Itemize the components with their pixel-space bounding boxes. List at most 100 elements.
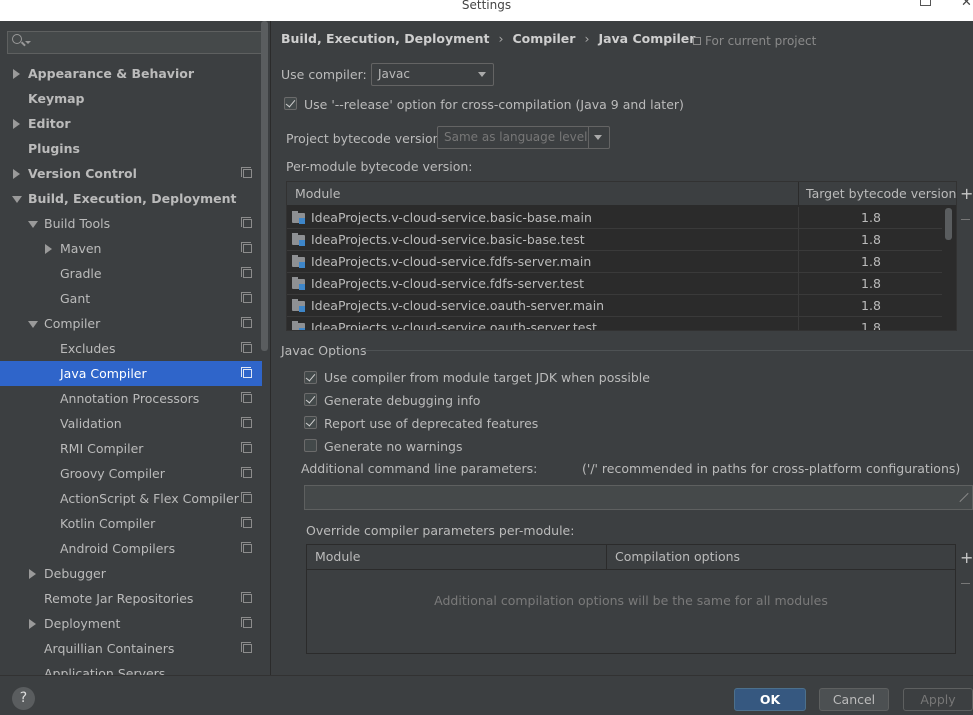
- target-version[interactable]: 1.8: [798, 251, 943, 273]
- expand-arrow-down-icon[interactable]: [12, 196, 22, 203]
- column-header-target-version[interactable]: Target bytecode version: [806, 182, 956, 206]
- expand-arrow-right-icon[interactable]: [45, 244, 52, 254]
- close-icon[interactable]: ✕: [961, 0, 972, 10]
- module-folder-icon: [292, 233, 305, 246]
- sidebar-item[interactable]: Version Control: [0, 161, 262, 186]
- project-scope-icon: [241, 392, 252, 403]
- sidebar-item[interactable]: Compiler: [0, 311, 262, 336]
- sidebar-item[interactable]: Java Compiler: [0, 361, 262, 386]
- bytecode-version-dropdown[interactable]: Same as language level: [437, 126, 610, 149]
- project-icon: [693, 37, 701, 45]
- sidebar-item-label: Build Tools: [44, 216, 111, 231]
- sidebar-item[interactable]: Plugins: [0, 136, 262, 161]
- sidebar-item[interactable]: RMI Compiler: [0, 436, 262, 461]
- add-override-button[interactable]: +: [960, 550, 973, 566]
- sidebar-item[interactable]: Build Tools: [0, 211, 262, 236]
- expand-arrow-right-icon[interactable]: [13, 69, 20, 79]
- expand-arrow-right-icon[interactable]: [29, 569, 36, 579]
- sidebar-item[interactable]: Annotation Processors: [0, 386, 262, 411]
- expand-arrow-down-icon[interactable]: [28, 321, 38, 328]
- sidebar-item-label: Remote Jar Repositories: [44, 591, 194, 606]
- expand-icon[interactable]: [958, 492, 968, 502]
- sidebar-item[interactable]: Gradle: [0, 261, 262, 286]
- table-row[interactable]: IdeaProjects.v-cloud-service.oauth-serve…: [287, 295, 942, 317]
- sidebar-item[interactable]: ActionScript & Flex Compiler: [0, 486, 262, 511]
- table-scrollbar[interactable]: [945, 208, 952, 240]
- module-folder-icon: [292, 277, 305, 290]
- apply-button[interactable]: Apply: [903, 688, 973, 711]
- sidebar-item[interactable]: Maven: [0, 236, 262, 261]
- sidebar-scrollbar[interactable]: [261, 21, 268, 351]
- sidebar-item[interactable]: Validation: [0, 411, 262, 436]
- expand-arrow-right-icon[interactable]: [13, 119, 20, 129]
- project-scope-icon: [241, 267, 252, 278]
- cmd-params-input[interactable]: [304, 485, 973, 510]
- target-version[interactable]: 1.8: [798, 317, 943, 330]
- project-scope-label: For current project: [693, 34, 816, 48]
- table-row[interactable]: IdeaProjects.v-cloud-service.fdfs-server…: [287, 251, 942, 273]
- sidebar-item[interactable]: Groovy Compiler: [0, 461, 262, 486]
- remove-module-button[interactable]: [961, 219, 970, 220]
- breadcrumb-item: Java Compiler: [598, 31, 696, 46]
- table-row[interactable]: IdeaProjects.v-cloud-service.basic-base.…: [287, 229, 942, 251]
- sidebar-item[interactable]: Arquillian Containers: [0, 636, 262, 661]
- table-row[interactable]: IdeaProjects.v-cloud-service.oauth-serve…: [287, 317, 943, 331]
- sidebar-item[interactable]: Keymap: [0, 86, 262, 111]
- target-version[interactable]: 1.8: [798, 273, 943, 295]
- table-row[interactable]: IdeaProjects.v-cloud-service.basic-base.…: [287, 207, 942, 229]
- sidebar-item[interactable]: Remote Jar Repositories: [0, 586, 262, 611]
- project-scope-icon: [241, 292, 252, 303]
- help-button[interactable]: ?: [12, 687, 35, 710]
- cancel-button[interactable]: Cancel: [819, 688, 889, 711]
- table-header: Module Target bytecode version: [287, 182, 956, 206]
- module-name: IdeaProjects.v-cloud-service.fdfs-server…: [311, 276, 585, 291]
- module-name: IdeaProjects.v-cloud-service.oauth-serve…: [311, 320, 597, 331]
- module-name: IdeaProjects.v-cloud-service.fdfs-server…: [311, 254, 592, 269]
- expand-arrow-right-icon[interactable]: [13, 169, 20, 179]
- sidebar-item[interactable]: Deployment: [0, 611, 262, 636]
- target-version[interactable]: 1.8: [798, 207, 943, 229]
- sidebar-item[interactable]: Android Compilers: [0, 536, 262, 561]
- sidebar-item[interactable]: Excludes: [0, 336, 262, 361]
- window-title: Settings: [461, 0, 512, 12]
- expand-arrow-right-icon[interactable]: [29, 619, 36, 629]
- project-scope-icon: [241, 592, 252, 603]
- checkbox-debug-info[interactable]: [304, 393, 317, 406]
- release-option-checkbox[interactable]: [284, 97, 297, 110]
- divider: [588, 127, 589, 148]
- chevron-right-icon: ›: [498, 31, 504, 46]
- expand-arrow-down-icon[interactable]: [28, 221, 38, 228]
- sidebar-item-label: Keymap: [28, 91, 85, 106]
- sidebar-item[interactable]: Appearance & Behavior: [0, 61, 262, 86]
- checkbox-module-jdk[interactable]: [304, 371, 317, 384]
- maximize-icon[interactable]: [920, 0, 931, 6]
- search-field[interactable]: [7, 31, 262, 54]
- target-version[interactable]: 1.8: [798, 295, 943, 317]
- add-module-button[interactable]: +: [960, 186, 973, 202]
- chevron-down-icon: [478, 72, 486, 77]
- sidebar-item[interactable]: Editor: [0, 111, 262, 136]
- option-label: Use compiler from module target JDK when…: [324, 370, 650, 385]
- sidebar-item-label: Java Compiler: [60, 366, 147, 381]
- sidebar-item-label: Application Servers: [44, 666, 166, 675]
- project-scope-icon: [241, 167, 252, 178]
- sidebar-item[interactable]: Application Servers: [0, 661, 262, 675]
- use-compiler-dropdown[interactable]: Javac: [371, 63, 494, 86]
- sidebar-item[interactable]: Build, Execution, Deployment: [0, 186, 262, 211]
- module-name: IdeaProjects.v-cloud-service.basic-base.…: [311, 210, 592, 225]
- search-input[interactable]: [32, 33, 258, 52]
- column-header-module[interactable]: Module: [315, 545, 360, 569]
- target-version[interactable]: 1.8: [798, 229, 943, 251]
- remove-override-button[interactable]: [961, 583, 970, 584]
- ok-button[interactable]: OK: [734, 688, 806, 711]
- sidebar-item[interactable]: Kotlin Compiler: [0, 511, 262, 536]
- checkbox-deprecated[interactable]: [304, 416, 317, 429]
- checkbox-no-warnings[interactable]: [304, 439, 317, 452]
- sidebar-item[interactable]: Debugger: [0, 561, 262, 586]
- bytecode-version-value: Same as language level: [444, 130, 588, 144]
- table-row[interactable]: IdeaProjects.v-cloud-service.fdfs-server…: [287, 273, 942, 295]
- column-header-module[interactable]: Module: [295, 182, 340, 206]
- breadcrumb-item: Build, Execution, Deployment: [281, 31, 490, 46]
- column-header-compilation-options[interactable]: Compilation options: [615, 545, 740, 569]
- sidebar-item[interactable]: Gant: [0, 286, 262, 311]
